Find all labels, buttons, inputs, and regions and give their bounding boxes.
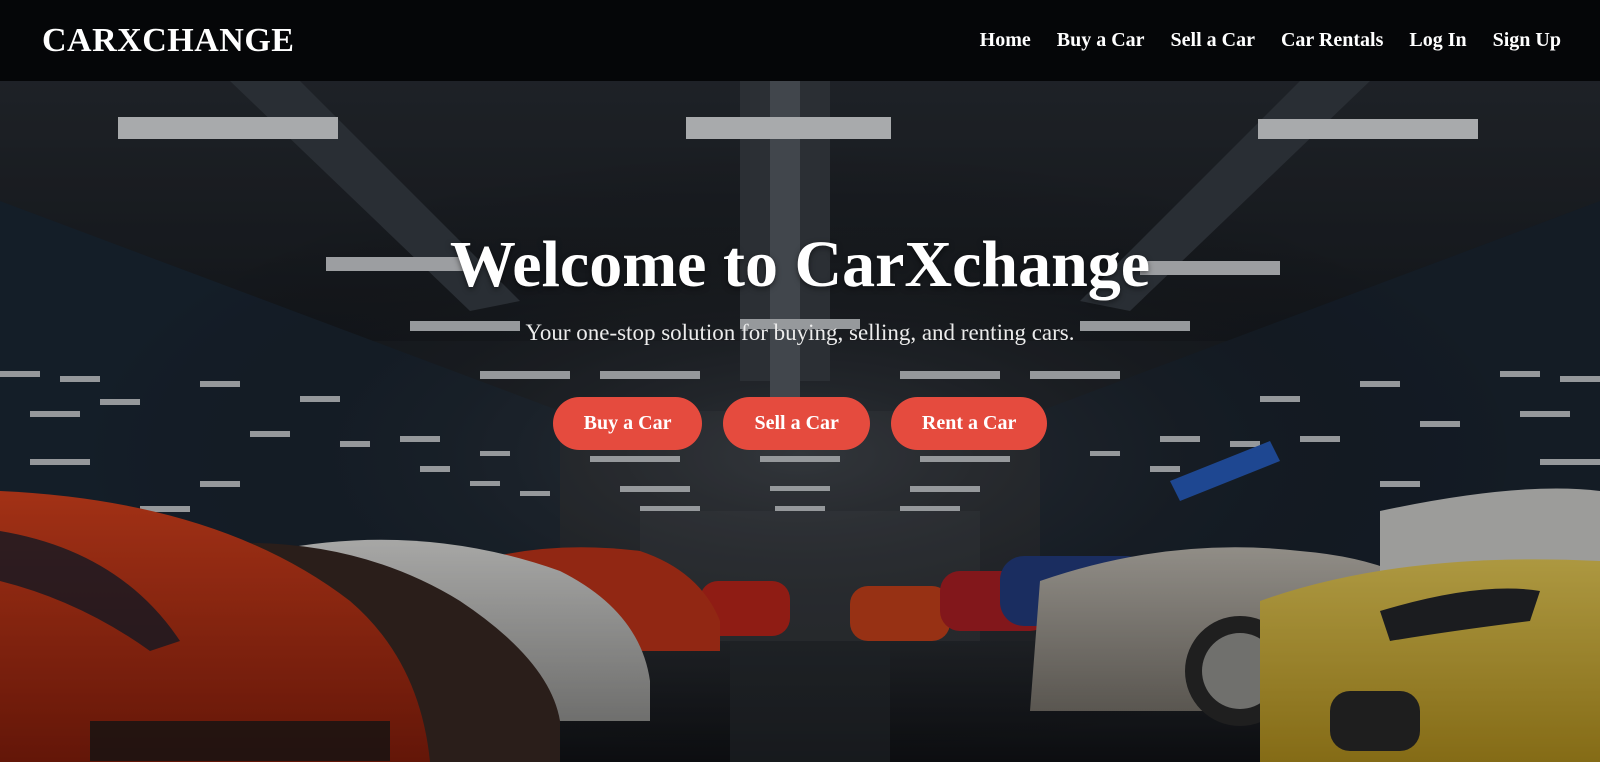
- nav-item-login: Log In: [1409, 29, 1466, 52]
- nav-link-home[interactable]: Home: [980, 29, 1031, 51]
- nav-item-signup: Sign Up: [1493, 29, 1561, 52]
- nav-item-buy: Buy a Car: [1057, 29, 1145, 52]
- nav-link-sign-up[interactable]: Sign Up: [1493, 29, 1561, 51]
- brand-logo[interactable]: CARXCHANGE: [42, 22, 294, 60]
- nav-links: Home Buy a Car Sell a Car Car Rentals Lo…: [980, 29, 1561, 52]
- hero-subtitle: Your one-stop solution for buying, selli…: [525, 320, 1075, 345]
- nav-item-rentals: Car Rentals: [1281, 29, 1383, 52]
- navbar: CARXCHANGE Home Buy a Car Sell a Car Car…: [0, 0, 1600, 81]
- page: CARXCHANGE Home Buy a Car Sell a Car Car…: [0, 0, 1600, 762]
- hero-title: Welcome to CarXchange: [449, 228, 1151, 301]
- nav-link-car-rentals[interactable]: Car Rentals: [1281, 29, 1383, 51]
- buy-a-car-button[interactable]: Buy a Car: [552, 397, 703, 450]
- hero-cta-group: Buy a Car Sell a Car Rent a Car: [0, 397, 1600, 450]
- nav-item-sell: Sell a Car: [1171, 29, 1255, 52]
- nav-link-sell-a-car[interactable]: Sell a Car: [1171, 29, 1255, 51]
- sell-a-car-button[interactable]: Sell a Car: [723, 397, 870, 450]
- nav-link-buy-a-car[interactable]: Buy a Car: [1057, 29, 1145, 51]
- hero-section: Welcome to CarXchange Your one-stop solu…: [0, 81, 1600, 762]
- nav-link-log-in[interactable]: Log In: [1409, 29, 1466, 51]
- rent-a-car-button[interactable]: Rent a Car: [890, 397, 1048, 450]
- nav-item-home: Home: [980, 29, 1031, 52]
